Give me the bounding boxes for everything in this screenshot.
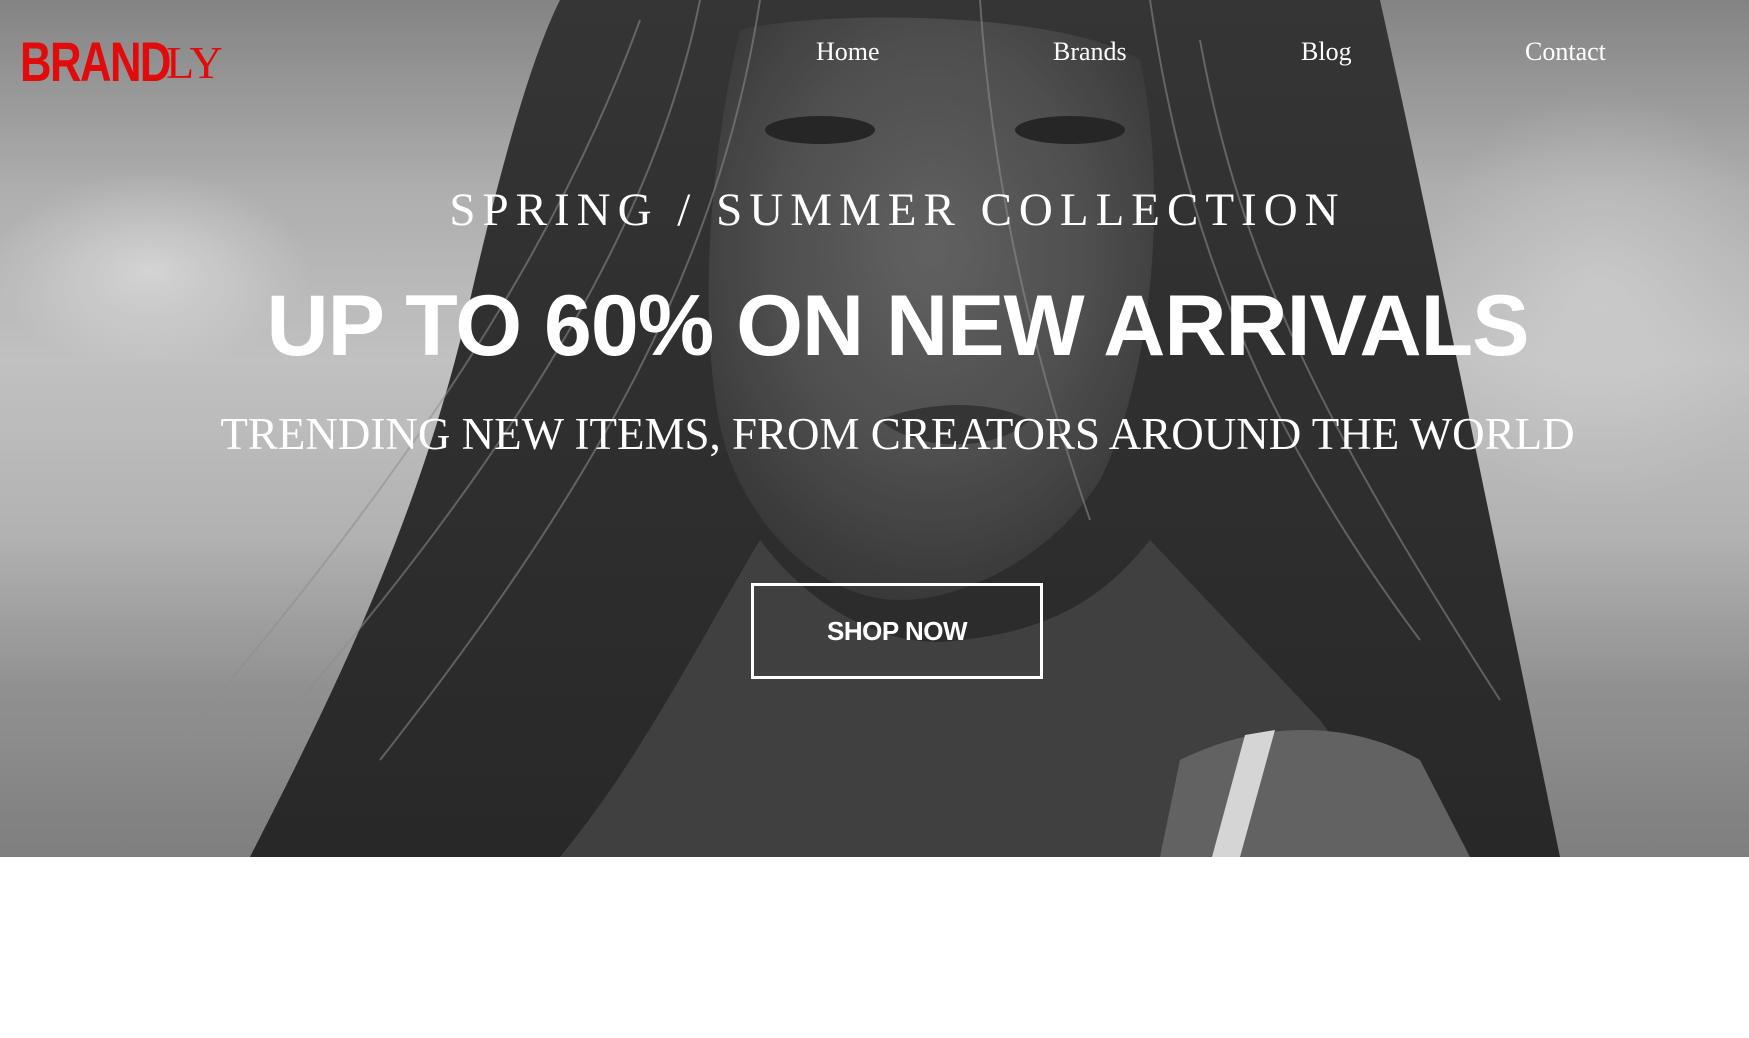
main-nav: Home Brands Blog Contact	[0, 30, 1749, 74]
hero-headline: UP TO 60% ON NEW ARRIVALS	[266, 278, 1529, 374]
content-area	[0, 857, 1749, 1038]
nav-item-contact[interactable]: Contact	[1525, 30, 1606, 74]
hero-subline: TRENDING NEW ITEMS, FROM CREATORS AROUND…	[220, 409, 1575, 459]
shop-now-button[interactable]: SHOP NOW	[751, 583, 1043, 679]
nav-item-blog[interactable]: Blog	[1301, 30, 1352, 74]
hero-eyebrow: SPRING / SUMMER COLLECTION	[449, 184, 1346, 236]
hero-banner: BRAND LY Home Brands Blog Contact SPRING…	[0, 0, 1749, 857]
landing-page: BRAND LY Home Brands Blog Contact SPRING…	[0, 0, 1749, 1038]
nav-item-brands[interactable]: Brands	[1053, 30, 1127, 74]
nav-item-home[interactable]: Home	[816, 30, 880, 74]
